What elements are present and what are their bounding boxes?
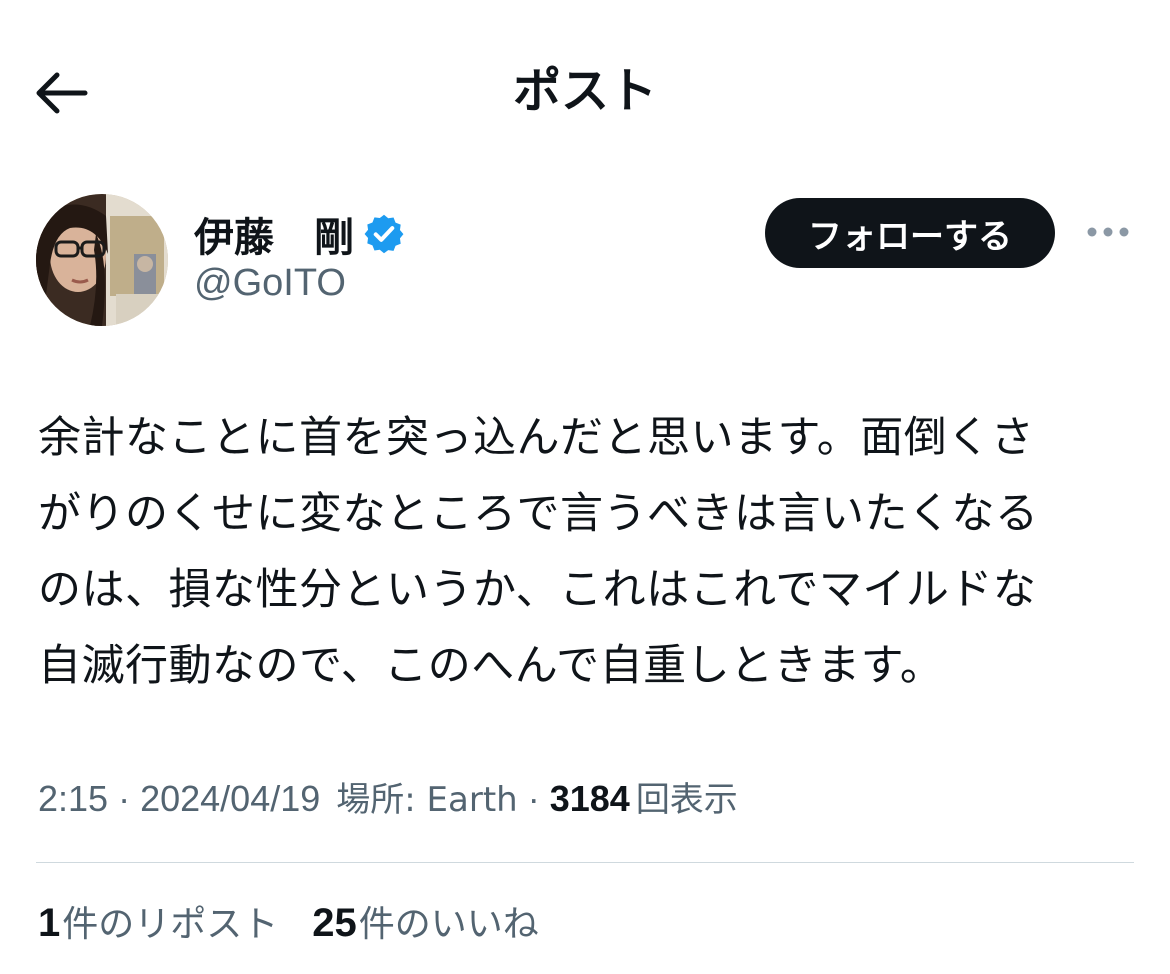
meta-separator: ·: [118, 778, 131, 819]
post-meta: 2:15 · 2024/04/19 場所: Earth · 3184 回表示: [38, 772, 738, 821]
likes-label: 件のいいね: [358, 904, 539, 945]
user-handle[interactable]: @GoITO: [194, 262, 346, 305]
follow-button[interactable]: フォローする: [765, 198, 1055, 268]
top-bar: ポスト: [0, 0, 1170, 180]
meta-separator: ·: [527, 778, 540, 819]
reposts-count: 1: [38, 901, 61, 945]
name-line: 伊藤 剛: [194, 206, 406, 262]
post-stats: 1 件のリポスト 25 件のいいね: [38, 895, 573, 947]
post-author: 伊藤 剛 @GoITO フォローする: [0, 190, 1170, 340]
views-label: 回表示: [635, 780, 738, 820]
post-text: 余計なことに首を突っ込んだと思います。面倒くさ がりのくせに変なところで言うべき…: [38, 400, 1138, 704]
post-text-line: のは、損な性分というか、これはこれでマイルドな: [38, 565, 1037, 615]
likes-stat[interactable]: 25 件のいいね: [312, 895, 539, 947]
divider: [36, 862, 1134, 863]
post-text-line: がりのくせに変なところで言うべきは言いたくなる: [38, 489, 1039, 539]
page-title: ポスト: [512, 63, 657, 119]
more-button[interactable]: [1082, 212, 1134, 252]
post-text-line: 余計なことに首を突っ込んだと思います。面倒くさ: [38, 413, 1035, 463]
avatar-photo: [36, 194, 168, 326]
post-text-line: 自滅行動なので、このへんで自重しときます。: [38, 641, 944, 691]
reposts-label: 件のリポスト: [62, 904, 279, 945]
likes-count: 25: [312, 901, 357, 945]
views-count: 3184: [549, 778, 630, 819]
reposts-stat[interactable]: 1 件のリポスト: [38, 895, 278, 947]
avatar[interactable]: [36, 194, 168, 326]
post-date[interactable]: 2024/04/19: [140, 778, 320, 820]
more-horizontal-icon: [1087, 227, 1129, 237]
post-time[interactable]: 2:15: [38, 778, 108, 820]
post-location: 場所: Earth: [336, 780, 518, 820]
verified-badge-icon: [362, 212, 406, 256]
display-name[interactable]: 伊藤 剛: [194, 205, 354, 263]
